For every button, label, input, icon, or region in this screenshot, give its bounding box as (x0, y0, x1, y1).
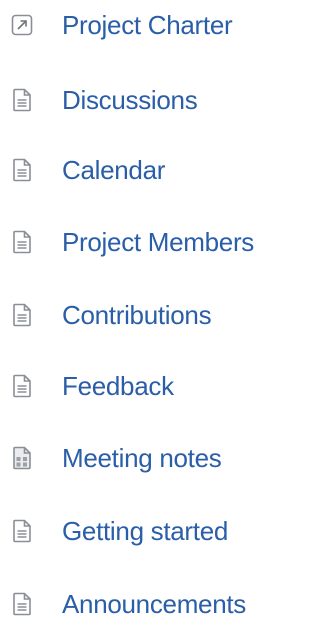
page-icon (11, 88, 33, 112)
page-tree: Project Charter Discussions Calendar Pro… (0, 0, 335, 627)
page-link-project-members[interactable]: Project Members (0, 218, 335, 266)
page-link-label: Feedback (62, 371, 174, 401)
page-link-feedback[interactable]: Feedback (0, 362, 335, 410)
page-icon (11, 519, 33, 543)
meeting-notes-icon (11, 446, 33, 470)
page-icon (11, 303, 33, 327)
page-link-label: Project Members (62, 227, 254, 257)
page-link-discussions[interactable]: Discussions (0, 76, 335, 124)
external-link-icon (11, 13, 33, 37)
page-icon (11, 158, 33, 182)
page-link-label: Getting started (62, 516, 229, 546)
page-link-calendar[interactable]: Calendar (0, 146, 335, 194)
page-link-label: Meeting notes (62, 443, 222, 473)
page-icon (11, 592, 33, 616)
page-link-getting-started[interactable]: Getting started (0, 507, 335, 555)
page-link-announcements[interactable]: Announcements (0, 580, 335, 628)
page-icon (11, 230, 33, 254)
page-link-meeting-notes[interactable]: Meeting notes (0, 434, 335, 482)
page-link-label: Contributions (62, 300, 212, 330)
page-link-contributions[interactable]: Contributions (0, 291, 335, 339)
page-link-label: Calendar (62, 155, 166, 185)
page-link-project-charter[interactable]: Project Charter (0, 1, 335, 49)
page-link-label: Announcements (62, 589, 247, 619)
page-icon (11, 374, 33, 398)
page-link-label: Project Charter (62, 10, 233, 40)
page-link-label: Discussions (62, 85, 198, 115)
